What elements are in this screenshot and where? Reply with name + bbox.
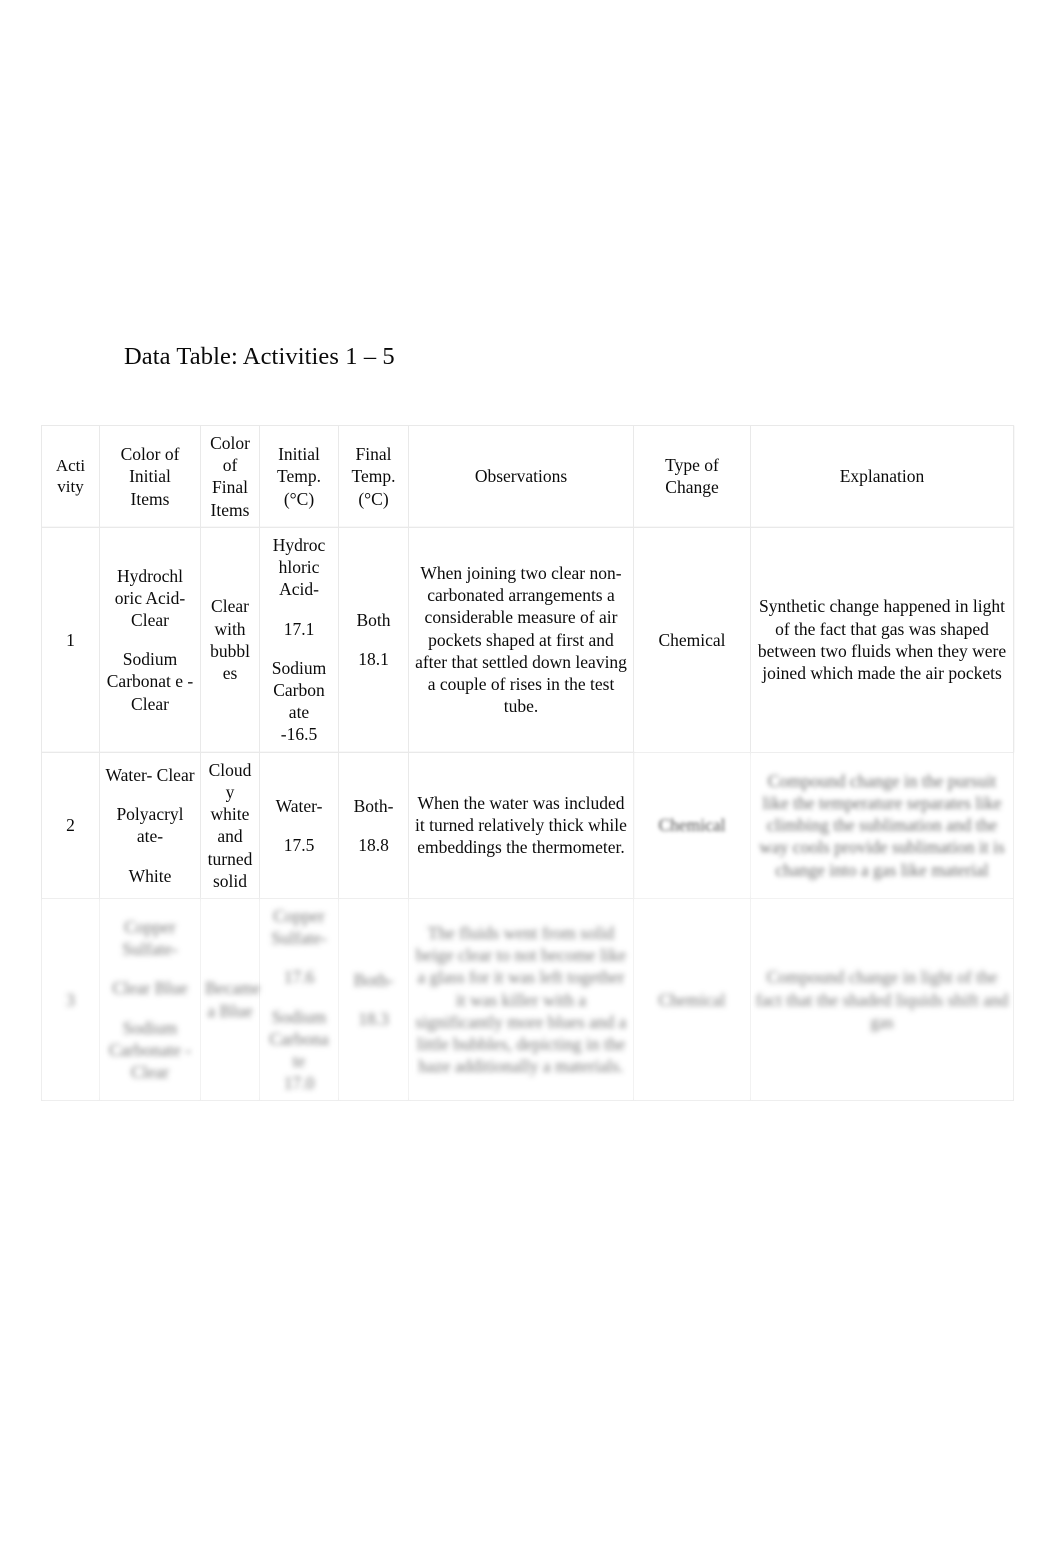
cell-color-initial: Water- Clear Polyacryl ate- White xyxy=(99,751,201,899)
cell-type-of-change: Chemical xyxy=(633,751,751,899)
data-table-container: Acti vity Color of Initial Items Color o… xyxy=(41,425,1014,1102)
cell-value: 17.6 xyxy=(283,967,315,988)
table-row: 1 Hydrochl oric Acid- Clear Sodium Carbo… xyxy=(41,526,1014,753)
header-line: Color of xyxy=(120,444,180,465)
table-row: 2 Water- Clear Polyacryl ate- White Clou… xyxy=(41,751,1014,899)
column-header-color-final: Color of Final Items xyxy=(200,425,260,528)
cell-line: Sodium Carbona te xyxy=(269,1006,329,1072)
cell-line: Hydrochl oric Acid- Clear xyxy=(114,565,186,631)
header-line: (°C) xyxy=(283,488,315,509)
column-header-explanation: Explanation xyxy=(750,425,1014,528)
column-header-observations: Observations xyxy=(408,425,634,528)
data-table: Acti vity Color of Initial Items Color o… xyxy=(41,425,1014,1102)
column-header-activity: Acti vity xyxy=(41,425,100,528)
page-title: Data Table: Activities 1 – 5 xyxy=(124,343,395,370)
cell-value: 17.1 xyxy=(283,618,315,639)
header-line: Temp. xyxy=(277,466,321,487)
header-line: Color xyxy=(210,433,250,453)
header-line: Final xyxy=(212,477,248,498)
cell-line: Both- xyxy=(353,795,394,816)
cell-initial-temp: Hydroc hloric Acid- 17.1 Sodium Carbon a… xyxy=(259,526,339,753)
cell-line: Clear Blue xyxy=(112,978,188,999)
cell-activity: 2 xyxy=(41,751,100,899)
cell-initial-temp: Copper Sulfate- 17.6 Sodium Carbona te 1… xyxy=(259,897,339,1102)
cell-color-initial: Hydrochl oric Acid- Clear Sodium Carbona… xyxy=(99,526,201,753)
cell-color-final: Became a Blue xyxy=(200,897,261,1102)
cell-type-of-change: Chemical xyxy=(633,897,751,1102)
cell-line: Polyacryl ate- xyxy=(116,804,184,847)
cell-line: Hydroc hloric Acid- xyxy=(272,534,326,600)
header-line: of xyxy=(222,455,238,476)
cell-observations: The fluids went from solid beige clear t… xyxy=(408,897,634,1102)
column-header-color-initial: Color of Initial Items xyxy=(99,425,201,528)
header-line: Acti xyxy=(55,455,86,475)
cell-line: Both- xyxy=(353,969,394,990)
column-header-final-temp: Final Temp. (°C) xyxy=(338,425,409,528)
cell-observations: When the water was included it turned re… xyxy=(408,751,634,899)
header-line: Items xyxy=(130,488,170,509)
header-line: Items xyxy=(210,499,250,520)
cell-initial-temp: Water- 17.5 xyxy=(259,751,339,899)
cell-color-final: Cloud y white and turned solid xyxy=(200,751,260,899)
cell-final-temp: Both- 18.8 xyxy=(338,751,409,899)
cell-value: 17.5 xyxy=(283,834,315,855)
column-header-type-of-change: Type of Change xyxy=(633,425,751,528)
cell-activity: 1 xyxy=(41,526,100,753)
header-line: vity xyxy=(57,477,84,497)
cell-activity: 3 xyxy=(41,897,100,1102)
cell-line: Sodium Carbonate -Clear xyxy=(108,1017,192,1083)
column-header-initial-temp: Initial Temp. (°C) xyxy=(259,425,339,528)
cell-value: 18.1 xyxy=(358,649,389,670)
table-row: 3 Copper Sulfate- Clear Blue Sodium Carb… xyxy=(41,897,1014,1102)
document-page: Data Table: Activities 1 – 5 Acti vity C… xyxy=(0,0,1062,1561)
cell-value: 18.8 xyxy=(358,834,389,855)
table-body: 1 Hydrochl oric Acid- Clear Sodium Carbo… xyxy=(41,526,1014,1102)
cell-color-final: Clear with bubbl es xyxy=(200,526,260,753)
cell-explanation: Synthetic change happened in light of th… xyxy=(750,526,1014,753)
cell-observations: When joining two clear non-carbonated ar… xyxy=(408,526,634,753)
header-line: Type of xyxy=(665,455,719,476)
cell-type-of-change: Chemical xyxy=(633,526,751,753)
cell-line: Copper Sulfate- xyxy=(271,905,327,949)
header-line: Temp. xyxy=(351,466,396,487)
cell-final-temp: Both- 18.3 xyxy=(338,897,409,1102)
cell-line: Copper Sulfate- xyxy=(122,917,178,960)
cell-line: White xyxy=(128,865,172,886)
cell-line: Sodium Carbonat e -Clear xyxy=(106,649,194,714)
cell-line: Sodium Carbon ate xyxy=(271,657,327,723)
cell-line: Water- Clear xyxy=(105,764,195,785)
cell-value: 17.0 xyxy=(283,1073,315,1094)
table-header-row: Acti vity Color of Initial Items Color o… xyxy=(41,425,1014,528)
header-line: (°C) xyxy=(358,488,389,509)
cell-explanation: Compound change in light of the fact tha… xyxy=(750,897,1014,1102)
cell-explanation: Compound change in the pursuit like the … xyxy=(750,751,1014,899)
cell-color-initial: Copper Sulfate- Clear Blue Sodium Carbon… xyxy=(99,897,201,1102)
cell-line: Water- xyxy=(275,795,323,816)
cell-final-temp: Both 18.1 xyxy=(338,526,409,753)
header-line: Initial xyxy=(278,444,320,465)
header-line: Initial xyxy=(129,466,171,487)
cell-value: -16.5 xyxy=(280,724,318,745)
cell-value: 18.3 xyxy=(358,1009,389,1030)
cell-line: Both xyxy=(356,610,391,631)
header-line: Change xyxy=(665,477,719,498)
header-line: Final xyxy=(355,444,392,465)
table-header: Acti vity Color of Initial Items Color o… xyxy=(41,425,1014,528)
